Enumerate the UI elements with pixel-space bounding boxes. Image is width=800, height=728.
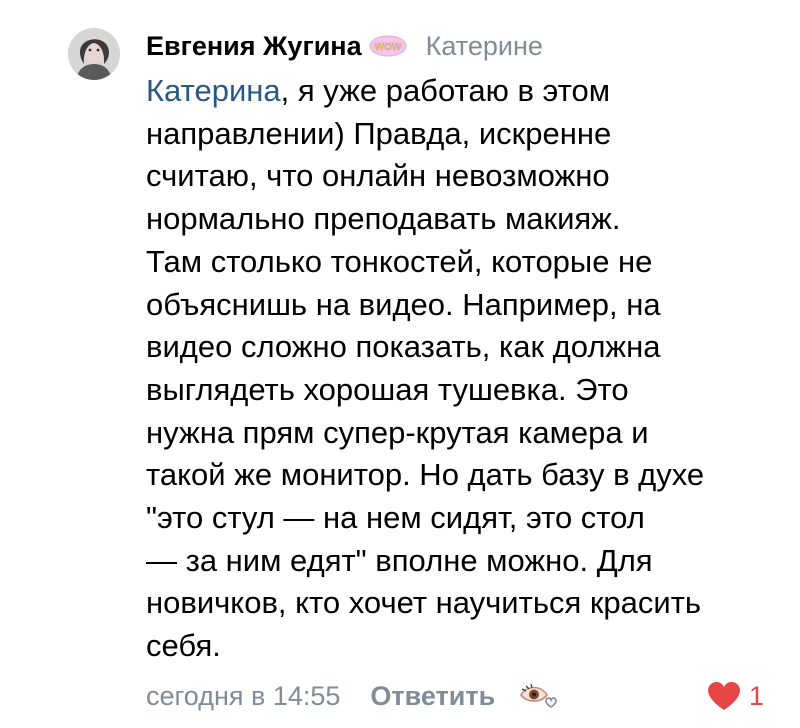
comment-line: "это стул — на нем сидят, это стол — [146, 500, 645, 536]
comment: Евгения Жугина WOW Катерине Катерина, я … — [0, 0, 800, 728]
avatar[interactable] — [68, 28, 120, 80]
comment-line: нужна прям супер-крутая камера и — [146, 414, 649, 450]
heart-icon — [707, 681, 741, 711]
badge-text: WOW — [374, 42, 401, 53]
comment-line: — за ним едят" вполне можно. Для — [146, 542, 653, 578]
comment-line: Катерина, я уже работаю в этом — [146, 70, 786, 113]
comment-line: выглядеть хорошая тушевка. Это — [146, 371, 629, 407]
comment-line: объяснишь на видео. Например, на — [146, 286, 661, 322]
timestamp: сегодня в 14:55 — [146, 680, 341, 711]
reply-button[interactable]: Ответить — [370, 681, 495, 712]
comment-line: нормально преподавать макияж. — [146, 201, 621, 237]
comment-text: Катерина, я уже работаю в этом направлен… — [146, 70, 786, 668]
comment-footer: сегодня в 14:55 Ответить 1 — [146, 676, 776, 716]
author-name[interactable]: Евгения Жугина — [146, 31, 362, 62]
comment-line: видео сложно показать, как должна — [146, 329, 661, 365]
comment-line-text: , я уже работаю в этом — [280, 73, 611, 108]
comment-line: направлении) Правда, искренне — [146, 115, 612, 151]
reply-to-name[interactable]: Катерине — [426, 31, 543, 62]
like-button[interactable]: 1 — [707, 676, 764, 716]
eye-heart-reaction-icon[interactable] — [517, 679, 557, 713]
comment-line: такой же монитор. Но дать базу в духе — [146, 457, 705, 493]
mention-link[interactable]: Катерина — [146, 73, 281, 108]
comment-header: Евгения Жугина WOW Катерине — [146, 26, 543, 66]
like-count: 1 — [748, 680, 764, 711]
comment-line: новичков, кто хочет научиться красить — [146, 585, 702, 621]
comment-line: считаю, что онлайн невозможно — [146, 158, 610, 194]
wow-sticker-icon: WOW — [368, 34, 408, 58]
comment-line: Там столько тонкостей, которые не — [146, 243, 653, 279]
comment-line: себя. — [146, 628, 221, 664]
